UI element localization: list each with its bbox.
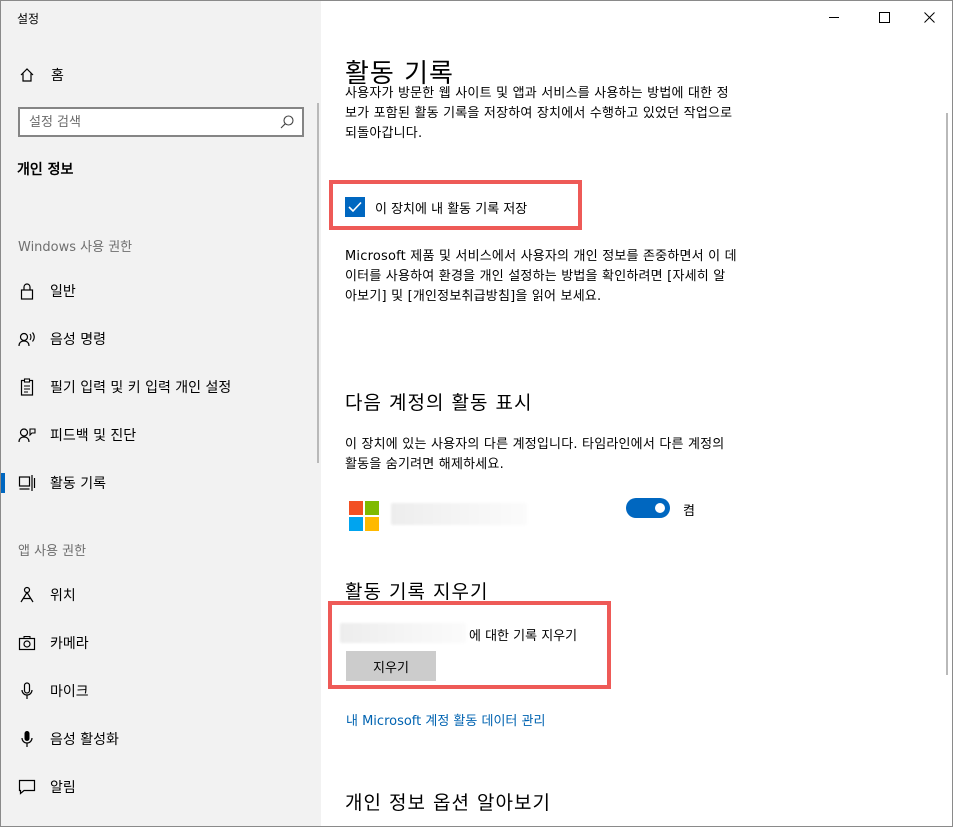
intro-text: 사용자가 방문한 웹 사이트 및 앱과 서비스를 사용하는 방법에 대한 정 보… bbox=[345, 84, 795, 144]
learn-privacy-title: 개인 정보 옵션 알아보기 bbox=[345, 792, 551, 814]
voice-activation-icon bbox=[17, 729, 37, 749]
accounts-description: 이 장치에 있는 사용자의 다른 계정입니다. 타임라인에서 다른 계정의 활동… bbox=[345, 435, 795, 475]
clear-history-button[interactable]: 지우기 bbox=[346, 651, 436, 681]
close-icon bbox=[923, 11, 935, 23]
sidebar-scrollbar[interactable] bbox=[317, 103, 319, 463]
accounts-section-title: 다음 계정의 활동 표시 bbox=[345, 392, 533, 414]
maximize-button[interactable] bbox=[861, 1, 907, 33]
search-box[interactable] bbox=[18, 107, 304, 137]
toggle-knob bbox=[655, 503, 665, 513]
sidebar: 설정 홈 개인 정보 Windows 사용 권한 일반 음성 명령 bbox=[1, 1, 321, 826]
store-activity-checkbox[interactable] bbox=[345, 197, 365, 217]
intro-line: 사용자가 방문한 웹 사이트 및 앱과 서비스를 사용하는 방법에 대한 정 bbox=[345, 86, 729, 101]
notification-icon bbox=[17, 777, 37, 797]
store-activity-label: 이 장치에 내 활동 기록 저장 bbox=[375, 201, 528, 217]
sidebar-item-microphone[interactable]: 마이크 bbox=[1, 671, 321, 711]
sidebar-item-feedback[interactable]: 피드백 및 진단 bbox=[1, 415, 321, 455]
toggle-state-label: 켬 bbox=[683, 504, 695, 519]
sidebar-item-label: 위치 bbox=[50, 588, 76, 604]
sidebar-item-notifications[interactable]: 알림 bbox=[1, 767, 321, 807]
clipboard-icon bbox=[17, 377, 37, 397]
camera-icon bbox=[17, 633, 37, 653]
speech-icon bbox=[17, 329, 37, 349]
location-icon bbox=[17, 585, 37, 605]
clear-history-label: 에 대한 기록 지우기 bbox=[469, 629, 578, 644]
privacy-line: 이터를 사용하여 환경을 개인 설정하는 방법을 확인하려면 [자세히 알 bbox=[345, 269, 726, 284]
accounts-line: 활동을 숨기려면 해제하세요. bbox=[345, 457, 504, 472]
window-title: 설정 bbox=[17, 12, 40, 26]
store-activity-checkbox-row[interactable]: 이 장치에 내 활동 기록 저장 bbox=[345, 197, 527, 217]
manage-activity-data-link[interactable]: 내 Microsoft 계정 활동 데이터 관리 bbox=[346, 710, 545, 729]
sidebar-item-general[interactable]: 일반 bbox=[1, 271, 321, 311]
microphone-icon bbox=[17, 681, 37, 701]
intro-line: 되돌아갑니다. bbox=[345, 126, 423, 141]
sidebar-item-label: 음성 명령 bbox=[50, 332, 106, 348]
sidebar-item-label: 마이크 bbox=[50, 684, 89, 700]
sidebar-home[interactable]: 홈 bbox=[17, 63, 64, 87]
close-button[interactable] bbox=[906, 1, 952, 33]
content-scrollbar[interactable] bbox=[946, 113, 948, 675]
home-label: 홈 bbox=[51, 68, 64, 84]
accounts-line: 이 장치에 있는 사용자의 다른 계정입니다. 타임라인에서 다른 계정의 bbox=[345, 437, 725, 452]
group-label-windows: Windows 사용 권한 bbox=[18, 240, 133, 255]
sidebar-item-location[interactable]: 위치 bbox=[1, 575, 321, 615]
intro-line: 보가 포함된 활동 기록을 저장하여 장치에서 수행하고 있었던 작업으로 bbox=[345, 106, 733, 121]
sidebar-item-speech[interactable]: 음성 명령 bbox=[1, 319, 321, 359]
sidebar-item-label: 음성 활성화 bbox=[50, 732, 119, 748]
feedback-icon bbox=[17, 425, 37, 445]
search-input[interactable] bbox=[20, 109, 271, 135]
sidebar-item-voice-activation[interactable]: 음성 활성화 bbox=[1, 719, 321, 759]
account-activity-toggle[interactable] bbox=[626, 498, 670, 518]
sidebar-item-label: 활동 기록 bbox=[50, 476, 106, 492]
main-content: 활동 기록 사용자가 방문한 웹 사이트 및 앱과 서비스를 사용하는 방법에 … bbox=[321, 1, 952, 826]
sidebar-item-activity-history[interactable]: 활동 기록 bbox=[1, 463, 321, 503]
group-label-apps: 앱 사용 권한 bbox=[18, 544, 87, 559]
maximize-icon bbox=[878, 11, 890, 23]
settings-window: 설정 홈 개인 정보 Windows 사용 권한 일반 음성 명령 bbox=[0, 0, 953, 827]
sidebar-item-label: 일반 bbox=[50, 284, 76, 300]
minimize-button[interactable] bbox=[811, 1, 857, 33]
sidebar-item-label: 카메라 bbox=[50, 636, 89, 652]
sidebar-item-camera[interactable]: 카메라 bbox=[1, 623, 321, 663]
clear-section-title: 활동 기록 지우기 bbox=[345, 581, 489, 603]
minimize-icon bbox=[829, 16, 839, 18]
privacy-line: 아보기] 및 [개인정보취급방침]을 읽어 보세요. bbox=[345, 289, 602, 304]
search-icon[interactable] bbox=[279, 114, 295, 130]
microsoft-privacy-text: Microsoft 제품 및 서비스에서 사용자의 개인 정보를 존중하면서 이… bbox=[345, 247, 795, 307]
sidebar-item-label: 피드백 및 진단 bbox=[50, 428, 137, 444]
home-icon bbox=[17, 65, 37, 85]
lock-icon bbox=[17, 281, 37, 301]
account-name-redacted bbox=[391, 503, 527, 525]
timeline-icon bbox=[17, 473, 37, 493]
section-title: 개인 정보 bbox=[17, 162, 74, 178]
account-email-redacted bbox=[340, 623, 466, 643]
sidebar-item-inking-typing[interactable]: 필기 입력 및 키 입력 개인 설정 bbox=[1, 367, 321, 407]
sidebar-item-label: 필기 입력 및 키 입력 개인 설정 bbox=[50, 380, 232, 396]
microsoft-logo-icon bbox=[349, 501, 379, 531]
sidebar-item-label: 알림 bbox=[50, 780, 76, 796]
privacy-line: Microsoft 제품 및 서비스에서 사용자의 개인 정보를 존중하면서 이… bbox=[345, 249, 737, 264]
checkmark-icon bbox=[348, 201, 362, 213]
